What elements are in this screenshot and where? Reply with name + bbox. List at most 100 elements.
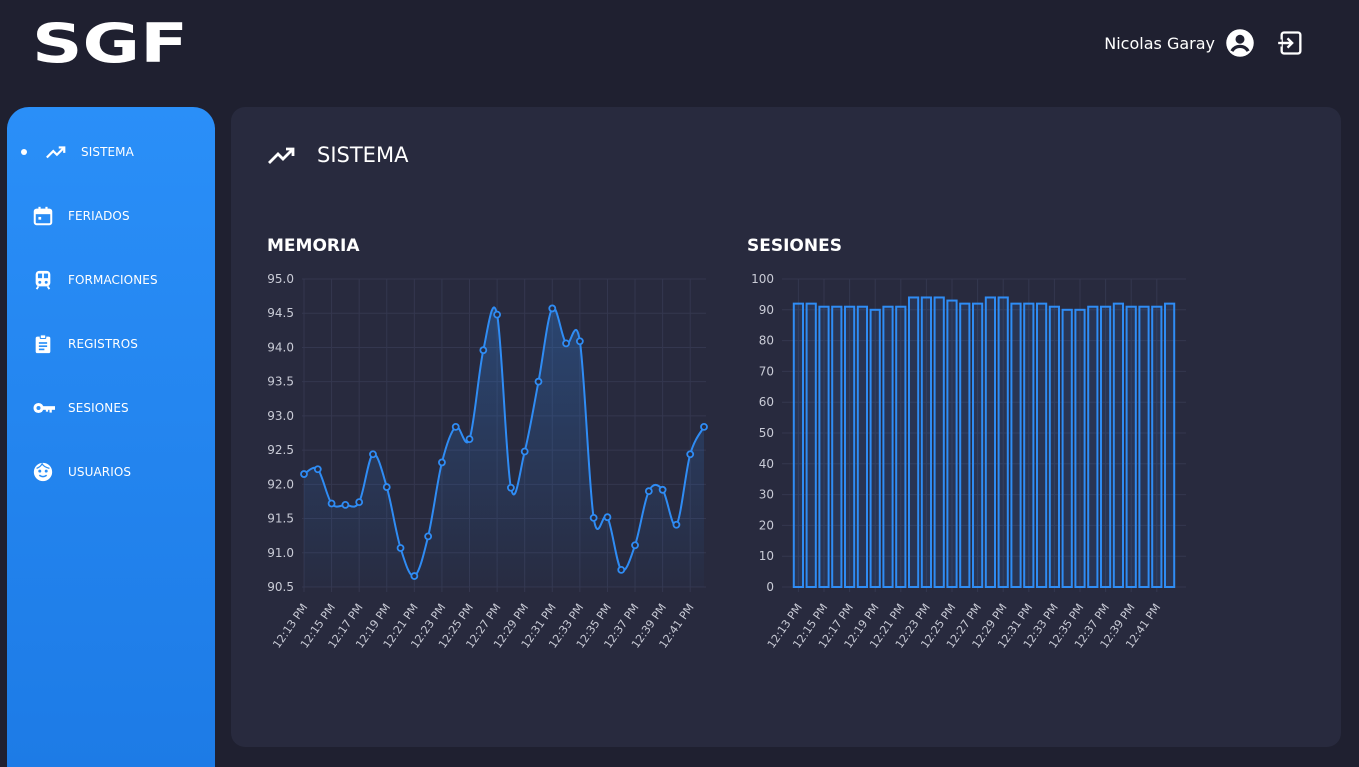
y-tick-label: 40	[759, 457, 774, 471]
sesiones-bar[interactable]	[1099, 305, 1112, 588]
sesiones-bar[interactable]	[1151, 305, 1163, 588]
memoria-point[interactable]	[617, 565, 626, 574]
memoria-point[interactable]	[534, 377, 543, 386]
sesiones-bar[interactable]	[907, 296, 920, 588]
y-tick-label: 50	[759, 426, 774, 440]
memoria-point[interactable]	[672, 520, 681, 529]
memoria-point[interactable]	[589, 513, 598, 522]
user-name: Nicolas Garay	[1104, 33, 1215, 53]
sesiones-bar[interactable]	[920, 296, 933, 588]
sesiones-bar[interactable]	[971, 302, 984, 588]
sesiones-bar[interactable]	[1061, 308, 1073, 589]
sesiones-chart-title: SESIONES	[747, 236, 842, 256]
sesiones-bar[interactable]	[1163, 302, 1176, 588]
y-tick-label: 70	[759, 364, 774, 378]
sidebar-item-sistema[interactable]: SISTEMA	[7, 132, 215, 172]
sesiones-bar[interactable]	[882, 305, 894, 588]
sidebar-item-sesiones[interactable]: SESIONES	[7, 388, 215, 428]
page-title: SISTEMA	[317, 143, 409, 167]
sesiones-bar[interactable]	[1010, 302, 1022, 588]
train-icon	[35, 270, 51, 290]
trending-up-icon	[268, 147, 295, 164]
memoria-point[interactable]	[658, 485, 667, 494]
sidebar-item-usuarios[interactable]: USUARIOS	[7, 452, 215, 492]
sesiones-bar[interactable]	[869, 308, 881, 589]
sesiones-bar[interactable]	[805, 302, 817, 588]
memoria-point[interactable]	[424, 532, 433, 541]
memoria-point[interactable]	[327, 499, 336, 508]
memoria-point[interactable]	[603, 513, 612, 522]
sidebar-item-feriados[interactable]: FERIADOS	[7, 196, 215, 236]
sesiones-bar[interactable]	[818, 305, 830, 588]
sesiones-bar[interactable]	[1074, 308, 1086, 589]
memoria-point[interactable]	[396, 544, 405, 552]
y-tick-label: 0	[766, 580, 774, 594]
y-tick-label: 92.0	[267, 477, 294, 491]
y-tick-label: 10	[759, 549, 774, 563]
user-menu[interactable]: Nicolas Garay	[1104, 28, 1255, 58]
sesiones-bar[interactable]	[792, 302, 805, 588]
memoria-point[interactable]	[451, 422, 460, 431]
memoria-point[interactable]	[369, 450, 377, 459]
active-indicator	[21, 149, 27, 155]
y-tick-label: 100	[751, 272, 774, 286]
memoria-point[interactable]	[341, 500, 350, 509]
sesiones-bar[interactable]	[1087, 305, 1099, 588]
sesiones-bar[interactable]	[946, 299, 958, 589]
sesiones-bar[interactable]	[984, 296, 997, 588]
clipboard-icon	[35, 334, 51, 354]
sidebar-item-label: REGISTROS	[68, 337, 139, 351]
memoria-point[interactable]	[493, 310, 502, 319]
sesiones-bar[interactable]	[997, 296, 1009, 588]
sesiones-bar[interactable]	[856, 305, 869, 588]
memoria-point[interactable]	[700, 422, 708, 431]
sesiones-bar[interactable]	[1023, 302, 1035, 588]
memoria-point[interactable]	[410, 572, 419, 580]
sesiones-bar[interactable]	[1112, 302, 1125, 588]
memoria-point[interactable]	[465, 435, 474, 444]
y-tick-label: 90.5	[267, 580, 294, 594]
logout-icon[interactable]	[1277, 29, 1305, 57]
y-tick-label: 94.0	[267, 340, 294, 354]
sidebar-item-registros[interactable]: REGISTROS	[7, 324, 215, 364]
main-panel: SISTEMA MEMORIA SESIONES 95.0 94.5 94.0 93.…	[231, 107, 1341, 747]
y-tick-label: 90	[759, 303, 774, 317]
y-tick-label: 94.5	[267, 306, 294, 320]
memoria-point[interactable]	[438, 458, 446, 467]
memoria-point[interactable]	[686, 450, 695, 459]
memoria-point[interactable]	[300, 470, 308, 478]
sesiones-bar[interactable]	[959, 302, 971, 588]
memoria-point[interactable]	[631, 541, 639, 550]
sesiones-bar[interactable]	[1125, 305, 1137, 588]
memoria-point[interactable]	[382, 483, 391, 491]
sesiones-bar[interactable]	[1048, 305, 1061, 588]
account-circle-icon[interactable]	[1225, 28, 1255, 58]
sidebar-item-label: USUARIOS	[68, 465, 132, 479]
memoria-point[interactable]	[644, 487, 653, 496]
memoria-point[interactable]	[548, 304, 557, 313]
trending-up-icon	[46, 146, 66, 159]
sesiones-bar[interactable]	[933, 296, 945, 588]
memoria-point[interactable]	[479, 346, 488, 355]
y-tick-label: 95.0	[267, 272, 294, 286]
sidebar-item-label: FERIADOS	[68, 209, 130, 223]
memoria-point[interactable]	[520, 447, 529, 456]
sesiones-bar[interactable]	[1035, 302, 1048, 588]
sesiones-bar[interactable]	[1138, 305, 1150, 588]
sidebar-item-formaciones[interactable]: FORMACIONES	[7, 260, 215, 300]
sesiones-bar[interactable]	[831, 305, 843, 588]
memoria-point[interactable]	[562, 339, 570, 348]
sesiones-bar[interactable]	[843, 305, 856, 588]
memoria-point[interactable]	[313, 465, 322, 474]
sesiones-chart: 100908070605040302010012:13 PM12:15 PM12…	[751, 272, 1186, 651]
memoria-point[interactable]	[355, 498, 364, 507]
top-bar: SGF Nicolas Garay	[0, 0, 1359, 90]
sidebar-item-label: FORMACIONES	[68, 273, 158, 287]
memoria-point[interactable]	[575, 337, 584, 346]
sesiones-bar[interactable]	[895, 305, 907, 588]
key-icon	[33, 402, 55, 414]
memoria-area-fill	[304, 307, 704, 587]
y-tick-label: 92.5	[267, 443, 294, 457]
memoria-point[interactable]	[506, 483, 515, 492]
y-tick-label: 60	[759, 395, 774, 409]
